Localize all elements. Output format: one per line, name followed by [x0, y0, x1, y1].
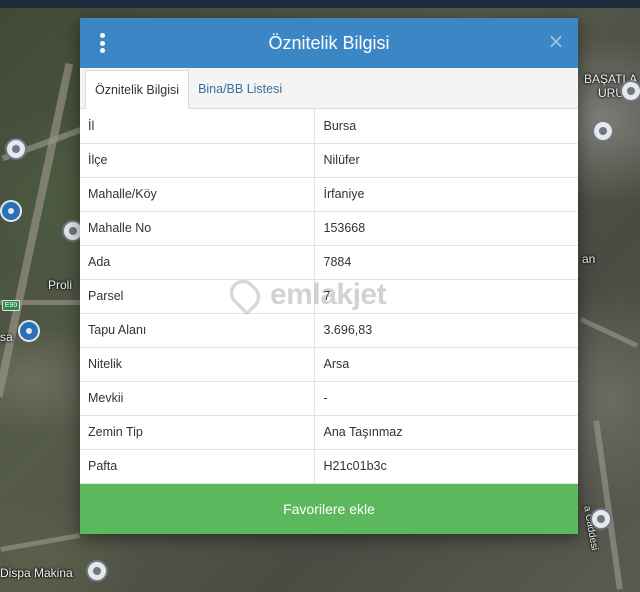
attribute-key: Pafta: [80, 449, 315, 484]
table-row: Ada 7884: [80, 245, 578, 280]
attribute-value: Ana Taşınmaz: [314, 415, 578, 450]
attribute-key: Zemin Tip: [80, 415, 315, 450]
table-row: Parsel 7: [80, 279, 578, 314]
tab-attribute-info[interactable]: Öznitelik Bilgisi: [85, 70, 190, 109]
dialog-tabs: Öznitelik Bilgisi Bina/BB Listesi: [80, 68, 578, 109]
close-icon[interactable]: ×: [546, 31, 566, 51]
attribute-key: Mahalle No: [80, 211, 315, 246]
attribute-key: Parsel: [80, 279, 315, 314]
map-marker-icon[interactable]: [590, 508, 612, 530]
attribute-value: 7884: [314, 245, 578, 280]
top-bar: [0, 0, 640, 8]
table-row: İl Bursa: [80, 109, 578, 144]
map-road: [579, 317, 639, 348]
attribute-value: 7: [314, 279, 578, 314]
tab-building-list[interactable]: Bina/BB Listesi: [189, 70, 291, 108]
attribute-table: İl Bursa İlçe Nilüfer Mahalle/Köy İrfaniye Mah…: [80, 109, 578, 484]
map-marker-icon[interactable]: [0, 200, 22, 222]
map-label: an: [582, 252, 596, 266]
map-label: sa: [0, 330, 13, 344]
map-label: Dispa Makina: [0, 566, 73, 580]
attribute-value: Bursa: [314, 109, 578, 144]
attribute-key: Mevkii: [80, 381, 315, 416]
table-row: Zemin Tip Ana Taşınmaz: [80, 415, 578, 450]
table-row: Mevkii -: [80, 381, 578, 416]
attribute-key: İl: [80, 109, 315, 144]
attribute-info-dialog: Öznitelik Bilgisi × Öznitelik Bilgisi Bi…: [80, 18, 578, 534]
map-marker-icon[interactable]: [86, 560, 108, 582]
dialog-title: Öznitelik Bilgisi: [268, 32, 390, 53]
map-road: [593, 420, 623, 590]
attribute-key: Ada: [80, 245, 315, 280]
attribute-value: 3.696,83: [314, 313, 578, 348]
table-row: Mahalle No 153668: [80, 211, 578, 246]
table-row: Mahalle/Köy İrfaniye: [80, 177, 578, 212]
attribute-value: İrfaniye: [314, 177, 578, 212]
map-marker-icon[interactable]: [620, 80, 640, 102]
add-favorite-button[interactable]: Favorilere ekle: [80, 484, 578, 534]
table-row: Pafta H21c01b3c: [80, 449, 578, 484]
table-row: İlçe Nilüfer: [80, 143, 578, 178]
attribute-key: Tapu Alanı: [80, 313, 315, 348]
map-road: [0, 533, 80, 552]
table-row: Nitelik Arsa: [80, 347, 578, 382]
attribute-value: Nilüfer: [314, 143, 578, 178]
attribute-value: -: [314, 381, 578, 416]
attribute-key: Nitelik: [80, 347, 315, 382]
attribute-value: Arsa: [314, 347, 578, 382]
vertical-dots-icon[interactable]: [98, 33, 106, 53]
map-marker-icon[interactable]: [5, 138, 27, 160]
highway-shield: E90: [2, 300, 20, 311]
map-marker-icon[interactable]: [18, 320, 40, 342]
attribute-key: İlçe: [80, 143, 315, 178]
attribute-value: 153668: [314, 211, 578, 246]
table-row: Tapu Alanı 3.696,83: [80, 313, 578, 348]
map-marker-icon[interactable]: [592, 120, 614, 142]
attribute-value: H21c01b3c: [314, 449, 578, 484]
map-label: Proli: [48, 278, 73, 292]
attribute-key: Mahalle/Köy: [80, 177, 315, 212]
dialog-header: Öznitelik Bilgisi ×: [80, 18, 578, 68]
